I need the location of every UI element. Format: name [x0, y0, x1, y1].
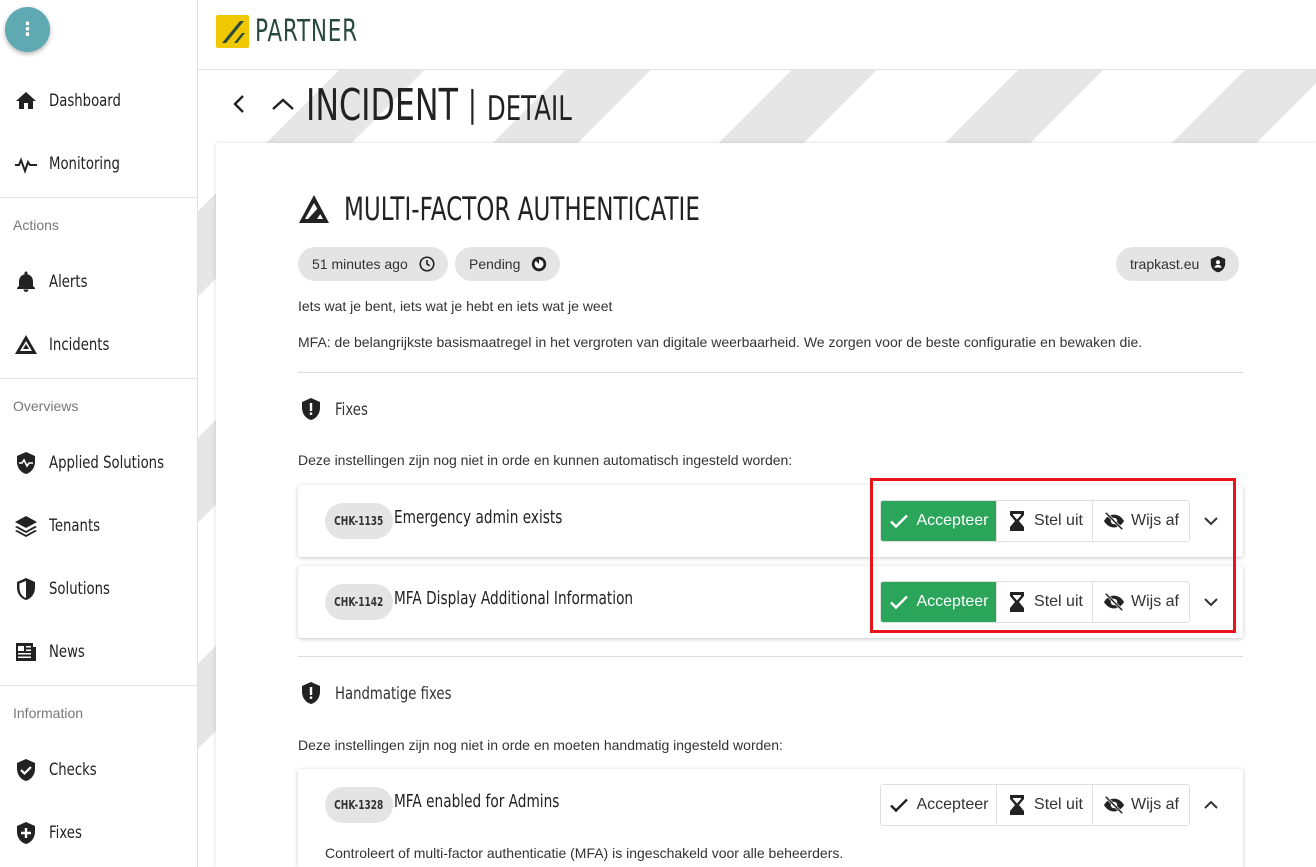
time-chip-label: 51 minutes ago	[312, 256, 408, 272]
check-icon	[890, 798, 909, 813]
accept-label: Accepteer	[916, 796, 989, 813]
sidebar-item-incidents[interactable]: Incidents	[0, 317, 197, 373]
section-title-overviews: Overviews	[13, 398, 79, 414]
shield-alert-icon	[302, 682, 320, 704]
pulse-icon	[13, 151, 39, 177]
page-header: INCIDENT | DETAIL	[198, 70, 1316, 144]
incident-title: MULTI-FACTOR AUTHENTICATIE	[344, 190, 700, 228]
sidebar-item-fixes[interactable]: Fixes	[0, 805, 197, 861]
sidebar-item-label: Tenants	[49, 516, 101, 536]
fix-name: MFA enabled for Admins	[394, 791, 560, 812]
warning-triangle-icon	[13, 332, 39, 358]
sidebar-item-label: Incidents	[49, 335, 110, 355]
top-bar: PARTNER	[198, 0, 1316, 70]
shield-alert-icon	[302, 398, 320, 420]
fixes-description: Deze instellingen zijn nog niet in orde …	[298, 452, 793, 468]
fix-actions: Accepteer Stel uit Wijs af	[880, 784, 1190, 826]
hourglass-icon	[1010, 795, 1025, 815]
incident-tagline: Iets wat je bent, iets wat je hebt en ie…	[298, 298, 613, 314]
incident-description: MFA: de belangrijkste basismaatregel in …	[298, 334, 1143, 350]
status-badge: Pending	[455, 247, 561, 281]
divider	[0, 378, 197, 379]
time-chip: 51 minutes ago	[298, 247, 448, 281]
postpone-button[interactable]: Stel uit	[997, 785, 1093, 825]
divider	[298, 372, 1243, 373]
fix-name: Emergency admin exists	[394, 507, 563, 528]
fix-name: MFA Display Additional Information	[394, 588, 634, 609]
sidebar-item-applied-solutions[interactable]: Applied Solutions	[0, 435, 197, 491]
clock-icon	[419, 256, 435, 272]
warning-triangle-icon	[299, 195, 329, 223]
sidebar: ⋮ Dashboard Monitoring Actions Alerts In…	[0, 0, 198, 867]
title-separator: |	[468, 84, 477, 125]
shield-plus-icon	[13, 820, 39, 846]
sidebar-item-label: News	[49, 642, 85, 662]
check-id-badge: CHK-1135	[325, 503, 393, 539]
sidebar-item-label: Monitoring	[49, 154, 120, 174]
postpone-label: Stel uit	[1034, 796, 1083, 813]
tenant-chip-label: trapkast.eu	[1130, 256, 1200, 272]
section-title-information: Information	[13, 705, 84, 721]
divider	[0, 197, 197, 198]
status-chip-label: Pending	[469, 256, 521, 272]
check-id-label: CHK-1135	[334, 514, 384, 528]
more-vert-icon[interactable]: ⋮	[5, 7, 50, 52]
logo-icon	[216, 15, 249, 48]
section-title-actions: Actions	[13, 217, 59, 233]
sidebar-item-news[interactable]: News	[0, 624, 197, 680]
dismiss-label: Wijs af	[1131, 796, 1179, 813]
check-id-label: CHK-1328	[334, 798, 384, 812]
fix-detail-text: Controleert of multi-factor authenticati…	[325, 845, 844, 861]
divider	[0, 685, 197, 686]
sidebar-item-label: Applied Solutions	[49, 453, 164, 473]
pending-timer-icon	[532, 256, 547, 272]
sidebar-item-label: Alerts	[49, 272, 88, 292]
check-id-label: CHK-1142	[334, 595, 384, 609]
chevron-up-icon[interactable]	[1201, 795, 1221, 815]
layers-icon	[13, 513, 39, 539]
accept-button[interactable]: Accepteer	[881, 785, 997, 825]
section-title-fixes: Fixes	[335, 400, 368, 420]
page-title: INCIDENT | DETAIL	[306, 80, 572, 131]
logo-text: PARTNER	[255, 14, 358, 49]
sidebar-item-tenants[interactable]: Tenants	[0, 498, 197, 554]
eye-off-icon	[1103, 795, 1125, 815]
dismiss-button[interactable]: Wijs af	[1093, 785, 1189, 825]
section-title-manual-fixes: Handmatige fixes	[335, 684, 452, 704]
sidebar-item-label: Fixes	[49, 823, 82, 843]
sidebar-item-alerts[interactable]: Alerts	[0, 254, 197, 310]
manual-fixes-description: Deze instellingen zijn nog niet in orde …	[298, 737, 783, 753]
highlight-box	[870, 478, 1236, 633]
shield-user-icon	[1211, 255, 1226, 273]
bell-icon	[13, 269, 39, 295]
page-subtitle: DETAIL	[486, 89, 572, 129]
page-title-main: INCIDENT	[306, 80, 458, 131]
sidebar-item-monitoring[interactable]: Monitoring	[0, 136, 197, 192]
shield-half-icon	[13, 576, 39, 602]
sidebar-item-label: Dashboard	[49, 91, 121, 111]
sidebar-item-checks[interactable]: Checks	[0, 742, 197, 798]
back-arrow-icon[interactable]	[228, 92, 252, 116]
check-id-badge: CHK-1328	[325, 787, 393, 823]
shield-pulse-icon	[13, 450, 39, 476]
shield-check-icon	[13, 757, 39, 783]
tenant-chip: trapkast.eu	[1116, 247, 1240, 281]
sidebar-item-label: Solutions	[49, 579, 110, 599]
sidebar-item-solutions[interactable]: Solutions	[0, 561, 197, 617]
check-id-badge: CHK-1142	[325, 584, 393, 620]
newspaper-icon	[13, 639, 39, 665]
sidebar-item-dashboard[interactable]: Dashboard	[0, 73, 197, 129]
sidebar-item-label: Checks	[49, 760, 97, 780]
home-icon	[13, 88, 39, 114]
divider	[298, 656, 1243, 657]
chevron-up-icon[interactable]	[270, 92, 296, 116]
